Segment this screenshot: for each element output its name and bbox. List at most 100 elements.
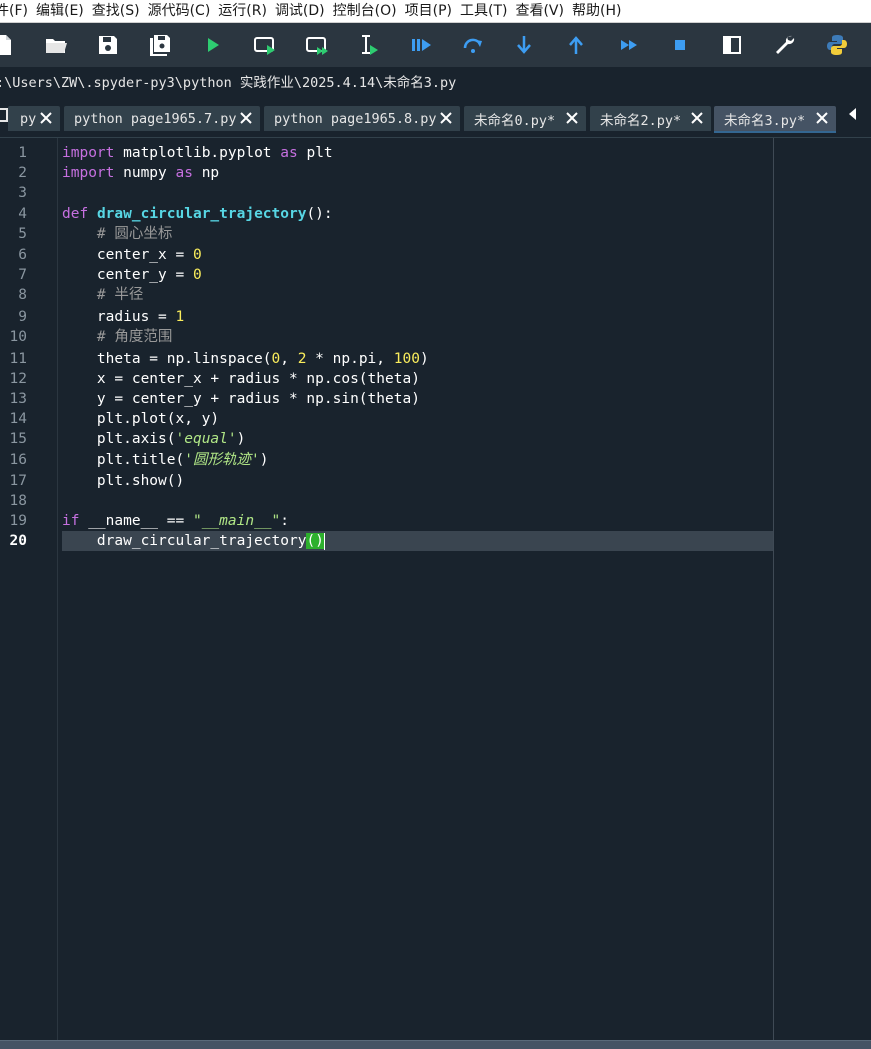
code-text: : xyxy=(280,513,290,529)
number: 100 xyxy=(393,351,420,367)
string: "__main__" xyxy=(192,513,281,529)
close-icon[interactable] xyxy=(814,110,830,126)
code-text: np xyxy=(192,165,220,181)
code-text: (): xyxy=(306,206,333,222)
close-icon[interactable] xyxy=(689,110,705,126)
menu-consoles[interactable]: 控制台(O) xyxy=(329,4,401,18)
line-number: 17 xyxy=(9,473,27,489)
close-icon[interactable] xyxy=(38,110,54,126)
debug-stop-icon[interactable] xyxy=(668,33,692,57)
line-number: 12 xyxy=(9,371,27,387)
debug-continue-icon[interactable] xyxy=(617,33,641,57)
code-text: plt.axis( xyxy=(62,431,176,447)
code-line: y = center_y + radius * np.sin(theta) xyxy=(62,391,420,407)
run-file-icon[interactable] xyxy=(201,33,225,57)
code-text: numpy xyxy=(114,165,176,181)
tab-label: 未命名3.py* xyxy=(724,112,806,129)
tab-scroll-left-icon[interactable] xyxy=(847,107,857,121)
save-all-icon[interactable] xyxy=(148,33,172,57)
line-number: 10 xyxy=(9,329,27,345)
code-editor[interactable]: 1 2 3 4 5 6 7 8 9 10 11 12 13 14 15 16 1… xyxy=(0,138,871,1040)
number: 0 xyxy=(271,351,281,367)
menu-debug[interactable]: 调试(D) xyxy=(271,4,329,18)
close-icon[interactable] xyxy=(238,110,254,126)
line-number: 1 xyxy=(18,145,27,161)
close-icon[interactable] xyxy=(564,110,580,126)
menu-view[interactable]: 查看(V) xyxy=(511,4,568,18)
new-file-icon[interactable] xyxy=(0,33,16,57)
code-text: ) xyxy=(236,431,246,447)
code-line: theta = np.linspace(0, 2 * np.pi, 100) xyxy=(62,349,429,369)
menu-help[interactable]: 帮助(H) xyxy=(568,4,625,18)
line-number: 2 xyxy=(18,165,27,181)
debug-step-into-icon[interactable] xyxy=(512,33,536,57)
code-line: center_x = 0 xyxy=(62,245,202,265)
file-path: :\Users\ZW\.spyder-py3\python 实践作业\2025.… xyxy=(0,75,457,91)
run-cell-advance-icon[interactable] xyxy=(305,33,329,57)
code-line-comment: # 圆心坐标 xyxy=(62,226,173,242)
number: 0 xyxy=(192,267,202,283)
code-text: draw_circular_trajectory xyxy=(62,533,307,549)
line-number: 11 xyxy=(9,351,27,367)
line-number: 13 xyxy=(9,391,27,407)
code-line: import numpy as np xyxy=(62,163,219,183)
code-text: plt xyxy=(297,145,333,161)
tab-editor[interactable]: python page1965.8.py xyxy=(264,106,460,131)
code-line: import matplotlib.pyplot as plt xyxy=(62,143,333,163)
menu-source[interactable]: 源代码(C) xyxy=(144,4,215,18)
debug-step-icon[interactable] xyxy=(461,33,485,57)
line-number: 19 xyxy=(9,513,27,529)
code-line-comment: # 角度范围 xyxy=(62,329,173,345)
open-file-icon[interactable] xyxy=(44,33,68,57)
maximize-pane-icon[interactable] xyxy=(720,33,744,57)
python-path-manager-icon[interactable] xyxy=(825,33,849,57)
tab-editor[interactable]: py xyxy=(8,106,60,131)
code-line: if __name__ == "__main__": xyxy=(62,511,289,531)
code-line: center_y = 0 xyxy=(62,265,202,285)
menu-run[interactable]: 运行(R) xyxy=(214,4,271,18)
code-text: matplotlib.pyplot xyxy=(114,145,281,161)
tab-editor[interactable]: 未命名2.py* xyxy=(590,106,711,131)
menu-search[interactable]: 查找(S) xyxy=(88,4,144,18)
line-number: 4 xyxy=(18,206,27,222)
text-cursor xyxy=(323,532,325,550)
tab-editor-active[interactable]: 未命名3.py* xyxy=(714,106,836,133)
menu-edit[interactable]: 编辑(E) xyxy=(32,4,88,18)
code-text: __name__ == xyxy=(79,513,193,529)
line-number: 15 xyxy=(9,431,27,447)
keyword: if xyxy=(62,513,80,529)
code-text: center_y = xyxy=(62,267,193,283)
code-line-comment: # 半径 xyxy=(62,287,144,303)
line-number: 6 xyxy=(18,247,27,263)
function-name: draw_circular_trajectory xyxy=(96,206,307,222)
close-icon[interactable] xyxy=(438,110,454,126)
tab-editor[interactable]: python page1965.7.py xyxy=(64,106,260,131)
run-selection-icon[interactable] xyxy=(357,33,381,57)
code-text: ) xyxy=(259,452,269,468)
run-cell-icon[interactable] xyxy=(253,33,277,57)
debug-file-icon[interactable] xyxy=(409,33,433,57)
code-text: plt.title( xyxy=(62,452,185,468)
menu-projects[interactable]: 项目(P) xyxy=(401,4,456,18)
code-text: , xyxy=(280,351,298,367)
keyword: import xyxy=(62,145,115,161)
menu-bar: 件(F) 编辑(E) 查找(S) 源代码(C) 运行(R) 调试(D) 控制台(… xyxy=(0,0,871,23)
preferences-wrench-icon[interactable] xyxy=(773,33,797,57)
code-line: x = center_x + radius * np.cos(theta) xyxy=(62,371,420,387)
code-line: plt.axis('equal') xyxy=(62,429,245,449)
debug-step-return-icon[interactable] xyxy=(564,33,588,57)
string: '圆形轨迹' xyxy=(184,452,260,468)
number: 1 xyxy=(175,309,185,325)
line-number: 14 xyxy=(9,411,27,427)
save-file-icon[interactable] xyxy=(96,33,120,57)
code-text: theta = np.linspace( xyxy=(62,351,272,367)
number: 0 xyxy=(192,247,202,263)
code-text: * np.pi, xyxy=(306,351,394,367)
pane-options-icon[interactable] xyxy=(0,108,8,122)
tab-label: 未命名2.py* xyxy=(600,112,682,129)
tab-label: 未命名0.py* xyxy=(474,112,556,129)
menu-tools[interactable]: 工具(T) xyxy=(456,4,511,18)
line-number: 7 xyxy=(18,267,27,283)
tab-editor[interactable]: 未命名0.py* xyxy=(464,106,586,131)
menu-file[interactable]: 件(F) xyxy=(0,4,32,18)
